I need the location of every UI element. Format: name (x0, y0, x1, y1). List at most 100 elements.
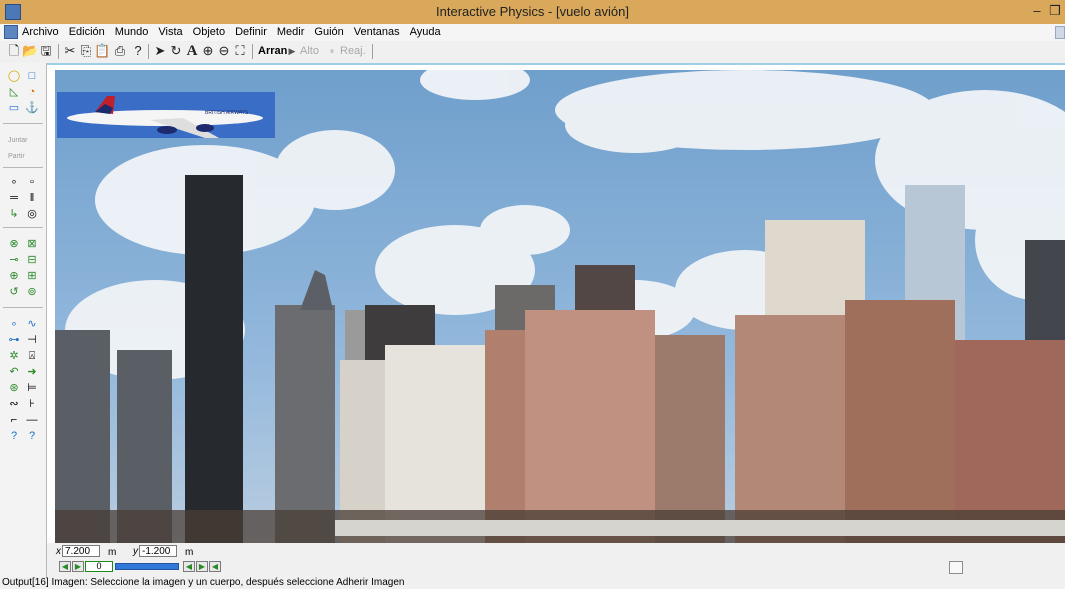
toolbar-separator (148, 44, 149, 59)
square-tool-icon[interactable]: □ (24, 69, 40, 83)
pause-icon: ⏸ (329, 46, 335, 56)
status-bar: Output[16] Imagen: Seleccione la imagen … (0, 577, 1065, 589)
menu-vista[interactable]: Vista (158, 26, 182, 38)
coordinate-bar: x 7.200 m y -1.200 m ◀ ▶ 0 ◀ ▶ ◀ (47, 543, 1065, 577)
rope-icon[interactable]: ∘ (6, 317, 22, 331)
toolbar-separator (372, 44, 373, 59)
spring-icon[interactable]: ∿ (24, 317, 40, 331)
menu-mundo[interactable]: Mundo (115, 26, 149, 38)
circle-tool-icon[interactable]: ◯ (6, 69, 22, 83)
run-arrow-icon: ▶ (288, 46, 296, 56)
arrow-icon[interactable]: ➤ (152, 43, 168, 59)
reset-button[interactable]: Reaj. (340, 45, 366, 57)
y-label: y (133, 546, 138, 557)
curved-body-tool-icon[interactable]: ◔ (24, 85, 40, 99)
text-icon[interactable]: A (184, 43, 200, 59)
curved-slot-icon[interactable]: ↳ (6, 207, 22, 221)
help-cursor-icon[interactable]: ? (24, 429, 40, 443)
stop-button[interactable]: Alto (300, 45, 319, 57)
x-coordinate-field[interactable]: 7.200 (62, 545, 100, 557)
point-element-icon[interactable]: ∘ (6, 175, 22, 189)
polygon-tool-icon[interactable]: ◺ (6, 85, 22, 99)
anchor-tool-icon[interactable]: ⚓ (24, 101, 40, 115)
fit-icon[interactable]: ⛶ (232, 43, 248, 59)
zoom-out-icon[interactable]: ⊖ (216, 43, 232, 59)
torque-icon[interactable]: ↶ (6, 365, 22, 379)
palette-separator (3, 123, 43, 124)
new-icon[interactable]: 🗋 (6, 43, 22, 59)
open-icon[interactable]: 📂 (22, 43, 38, 59)
menu-archivo[interactable]: Archivo (22, 26, 59, 38)
closed-slot-icon[interactable]: ◎ (24, 207, 40, 221)
restore-button[interactable]: ❐ (1044, 2, 1065, 20)
vertical-slot-icon[interactable]: ‖ (24, 191, 40, 205)
title-bar: Interactive Physics - [vuelo avión] – ❐ (0, 0, 1065, 24)
palette-separator (3, 227, 43, 228)
menu-medir[interactable]: Medir (277, 26, 305, 38)
palette-separator (3, 307, 43, 308)
y-unit: m (185, 547, 194, 558)
toolbar: 🗋 📂 🖫 ✂ ⎘ 📋 ⎙ ? ➤ ↻ A ⊕ ⊖ ⛶ Arran ▶ Alto… (0, 41, 1065, 64)
step-back-icon[interactable]: ◀ (183, 561, 195, 572)
end-icon[interactable]: ◀ (209, 561, 221, 572)
toolbar-separator (58, 44, 59, 59)
run-button[interactable]: Arran (258, 45, 287, 57)
x-label: x (56, 546, 61, 557)
save-icon[interactable]: 🖫 (38, 43, 54, 59)
closed-slot-pin-icon[interactable]: ⊚ (24, 285, 40, 299)
tool-palette: ◯ □ ◺ ◔ ▭ ⚓ Juntar Partir ∘ ▫ ═ ‖ ↳ ◎ ⊗ … (0, 63, 47, 577)
frame-slider[interactable] (115, 563, 179, 570)
horizontal-slot-pin-icon[interactable]: ⊸ (6, 253, 22, 267)
horizontal-slot-rigid-icon[interactable]: ⊟ (24, 253, 40, 267)
rewind-icon[interactable]: ◀ (59, 561, 71, 572)
help-tool-icon[interactable]: ? (6, 429, 22, 443)
gear-icon[interactable]: ✲ (6, 349, 22, 363)
background-image[interactable]: BRITISH AIRWAYS (55, 70, 1065, 543)
airline-livery-text: BRITISH AIRWAYS (205, 110, 249, 116)
mdi-control-button[interactable] (1055, 26, 1065, 39)
line-icon[interactable]: — (24, 413, 40, 427)
damper-icon[interactable]: ⊣ (24, 333, 40, 347)
print-icon[interactable]: ⎙ (112, 43, 128, 59)
palette-separator (3, 167, 43, 168)
menu-ventanas[interactable]: Ventanas (354, 26, 400, 38)
vertical-slot-rigid-icon[interactable]: ⊞ (24, 269, 40, 283)
zoom-in-icon[interactable]: ⊕ (200, 43, 216, 59)
x-unit: m (108, 547, 117, 558)
rod-icon[interactable]: ⊶ (6, 333, 22, 347)
menu-guion[interactable]: Guión (314, 26, 343, 38)
paste-icon[interactable]: 📋 (94, 43, 110, 59)
rotational-damper-icon[interactable]: ⌐ (6, 413, 22, 427)
rectangle-tool-icon[interactable]: ▭ (6, 101, 22, 115)
vertical-slot-pin-icon[interactable]: ⊕ (6, 269, 22, 283)
document-icon[interactable] (4, 25, 18, 39)
menu-definir[interactable]: Definir (235, 26, 267, 38)
step-forward-icon[interactable]: ▶ (196, 561, 208, 572)
force-icon[interactable]: ➜ (24, 365, 40, 379)
resize-box[interactable] (949, 561, 963, 574)
curved-slot-pin-icon[interactable]: ↺ (6, 285, 22, 299)
city-skyline-picture: BRITISH AIRWAYS (55, 70, 1065, 543)
split-button[interactable]: Partir (8, 153, 25, 160)
cut-icon[interactable]: ✂ (62, 43, 78, 59)
join-button[interactable]: Juntar (8, 137, 27, 144)
actuator-icon[interactable]: ⊨ (24, 381, 40, 395)
y-coordinate-field[interactable]: -1.200 (139, 545, 177, 557)
slot-joint-icon[interactable]: ═ (6, 191, 22, 205)
menu-objeto[interactable]: Objeto (193, 26, 225, 38)
window-title: Interactive Physics - [vuelo avión] (436, 4, 629, 19)
play-icon[interactable]: ▶ (72, 561, 84, 572)
rotate-icon[interactable]: ↻ (168, 43, 184, 59)
motor-icon[interactable]: ⊛ (6, 381, 22, 395)
pin-joint-icon[interactable]: ⊗ (6, 237, 22, 251)
pulley-icon[interactable]: ⍓ (24, 349, 40, 363)
copy-icon[interactable]: ⎘ (78, 43, 94, 59)
square-point-icon[interactable]: ▫ (24, 175, 40, 189)
separator-icon[interactable]: ⊦ (24, 397, 40, 411)
rigid-joint-icon[interactable]: ⊠ (24, 237, 40, 251)
menu-edicion[interactable]: Edición (69, 26, 105, 38)
rotational-spring-icon[interactable]: ∾ (6, 397, 22, 411)
help-icon[interactable]: ? (130, 43, 146, 59)
menu-ayuda[interactable]: Ayuda (410, 26, 441, 38)
frame-counter[interactable]: 0 (85, 561, 113, 572)
